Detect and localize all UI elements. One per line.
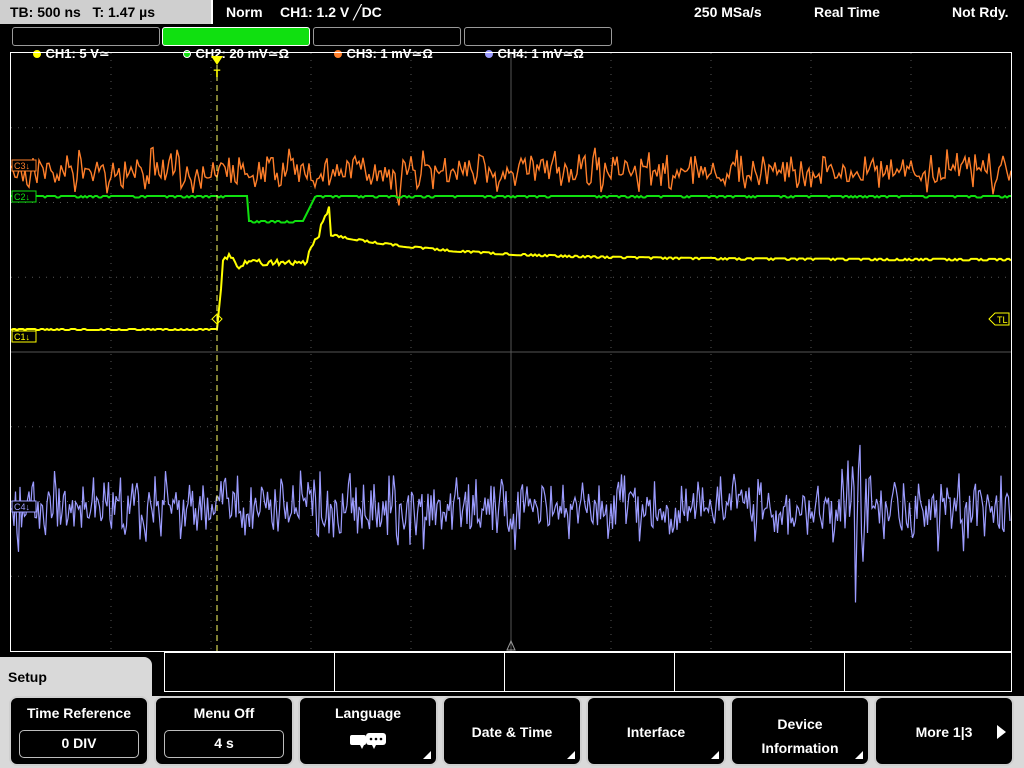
measurement-cell-divider — [674, 653, 675, 691]
submenu-indicator-icon — [855, 751, 863, 759]
tab-ch4[interactable]: CH4: 1 mV≃Ω — [464, 27, 612, 61]
measurement-cell-divider — [334, 653, 335, 691]
language-label: Language — [334, 705, 402, 721]
speech-bubbles-icon — [350, 733, 386, 749]
submenu-indicator-icon — [711, 751, 719, 759]
device-information-button[interactable]: Device Information — [730, 696, 870, 766]
tab-ch2[interactable]: CH2: 20 mV≃Ω — [162, 27, 310, 61]
ch3-marker-label: C3↓ — [14, 161, 30, 171]
time-reference-label: Time Reference — [26, 705, 131, 721]
menu-title: Setup — [0, 657, 152, 697]
ch2-marker-label: C2↓ — [14, 192, 30, 202]
measurement-cell-divider — [504, 653, 505, 691]
time-reference-value: 0 DIV — [19, 730, 139, 758]
ch3-offset-marker[interactable]: C3↓ — [11, 159, 37, 172]
graticule — [11, 53, 1011, 651]
submenu-indicator-icon — [423, 751, 431, 759]
interface-button[interactable]: Interface — [586, 696, 726, 766]
date-time-button[interactable]: Date & Time — [442, 696, 582, 766]
trigger-level-marker[interactable]: TL — [988, 312, 1010, 326]
timebase-readout[interactable]: TB: 500 ns T: 1.47 µs — [0, 0, 213, 24]
acquisition-status: Not Rdy. — [952, 4, 1009, 20]
language-button[interactable]: Language — [298, 696, 438, 766]
ch4-marker-label: C4↓ — [14, 502, 30, 512]
interface-label: Interface — [626, 724, 686, 740]
device-information-label: Device Information — [761, 716, 839, 756]
submenu-indicator-icon — [567, 751, 575, 759]
sample-rate: 250 MSa/s — [694, 4, 762, 20]
ch1-marker-label: C1↓ — [14, 332, 30, 342]
menu-off-value: 4 s — [164, 730, 284, 758]
date-time-label: Date & Time — [471, 724, 553, 740]
tab-ch1[interactable]: CH1: 5 V≃ — [12, 27, 160, 61]
acquisition-mode: Real Time — [814, 4, 880, 20]
trigger-level-label: TL — [997, 315, 1008, 325]
ch4-offset-marker[interactable]: C4↓ — [11, 500, 37, 513]
next-page-arrow-icon — [997, 725, 1006, 739]
waveform-display[interactable]: T C3↓ C2↓ C1↓ C4↓ TL — [10, 52, 1012, 652]
trigger-mode[interactable]: Norm — [226, 0, 263, 24]
ch1-offset-marker[interactable]: C1↓ — [11, 330, 37, 343]
softkey-bar: Time Reference 0 DIV Menu Off 4 s Langua… — [0, 696, 1024, 768]
trigger-marker-label: T — [214, 68, 221, 80]
status-bar: TB: 500 ns T: 1.47 µs Norm CH1: 1.2 V ╱D… — [0, 0, 1024, 26]
measurement-cell-divider — [844, 653, 845, 691]
more-label: More 1|3 — [915, 724, 973, 740]
trigger-setting[interactable]: CH1: 1.2 V ╱DC — [280, 0, 382, 24]
measurement-area — [164, 652, 1012, 692]
trigger-position-marker[interactable]: T — [211, 56, 223, 80]
menu-off-label: Menu Off — [193, 705, 255, 721]
channel-tabs: CH1: 5 V≃ CH2: 20 mV≃Ω CH3: 1 mV≃Ω CH4: … — [0, 26, 1024, 61]
menu-off-button[interactable]: Menu Off 4 s — [154, 696, 294, 766]
tab-ch3[interactable]: CH3: 1 mV≃Ω — [313, 27, 461, 61]
time-reference-button[interactable]: Time Reference 0 DIV — [9, 696, 149, 766]
more-button[interactable]: More 1|3 — [874, 696, 1014, 766]
ch2-offset-marker[interactable]: C2↓ — [11, 190, 37, 203]
